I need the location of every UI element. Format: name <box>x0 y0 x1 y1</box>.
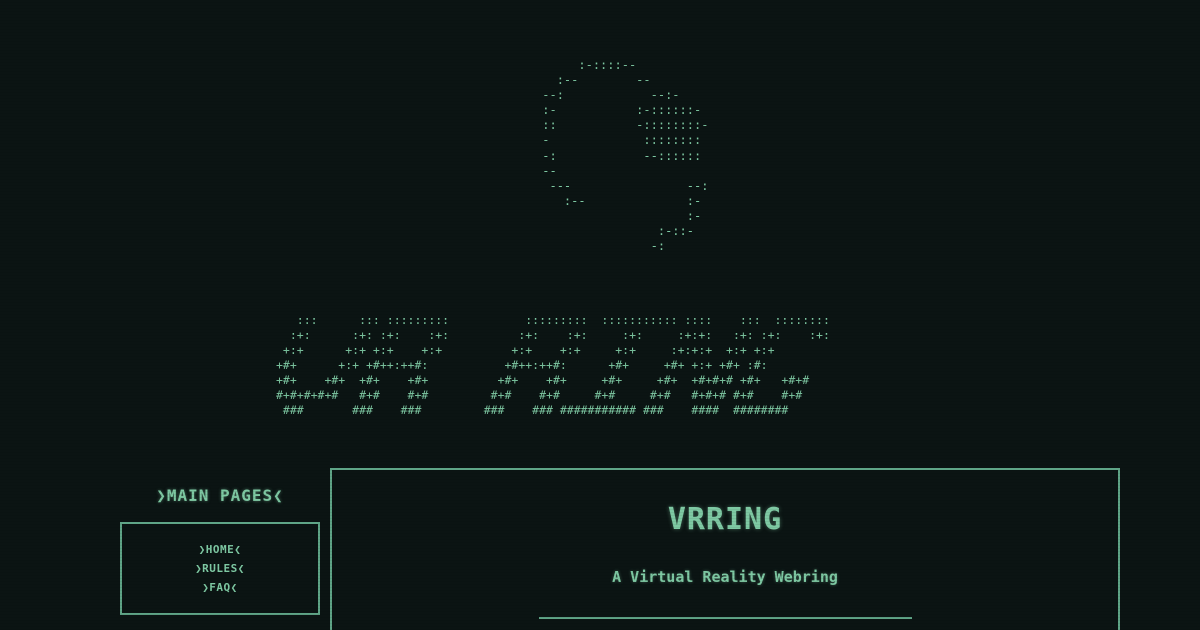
sidebar-heading: ❯MAIN PAGES❮ <box>156 486 284 505</box>
divider-line <box>539 617 912 619</box>
ascii-banner-title: ::: ::: ::::::::: ::::::::: ::::::::::: … <box>276 313 830 417</box>
nav-link-home[interactable]: ❯HOME❮ <box>199 543 242 556</box>
ascii-logo-art: :-::::-- :-- -- --: --:- :- :-::::::- ::… <box>542 58 709 254</box>
main-content-panel: VRRING A Virtual Reality Webring <box>330 468 1120 630</box>
page: :-::::-- :-- -- --: --:- :- :-::::::- ::… <box>0 0 1200 630</box>
site-title: VRRING <box>667 502 783 537</box>
site-subtitle: A Virtual Reality Webring <box>612 568 838 586</box>
main-pages-nav: ❯HOME❮ ❯RULES❮ ❯FAQ❮ <box>120 522 320 615</box>
nav-link-faq[interactable]: ❯FAQ❮ <box>202 581 238 594</box>
nav-link-rules[interactable]: ❯RULES❮ <box>195 562 245 575</box>
